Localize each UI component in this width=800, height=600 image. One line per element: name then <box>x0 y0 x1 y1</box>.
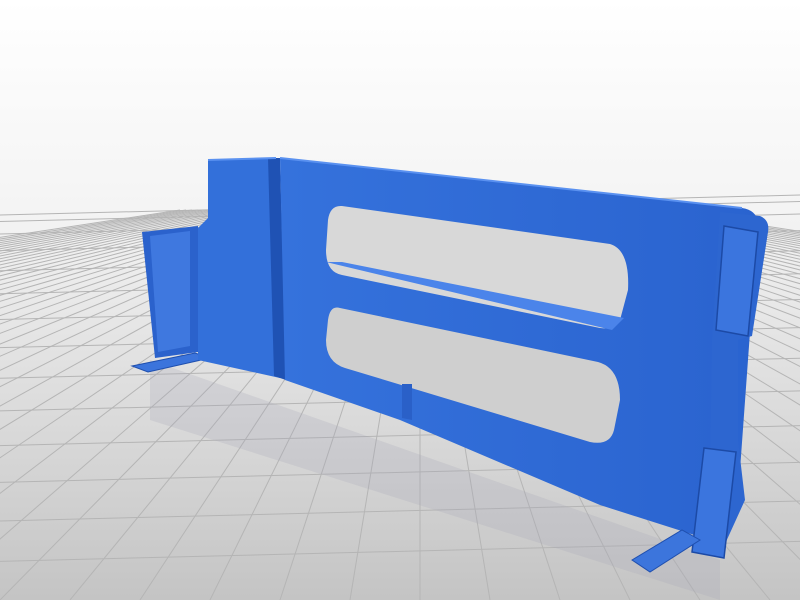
scene-svg <box>0 0 800 600</box>
lower-window-notch <box>402 384 412 420</box>
render-viewport <box>0 0 800 600</box>
left-upright <box>198 158 280 378</box>
